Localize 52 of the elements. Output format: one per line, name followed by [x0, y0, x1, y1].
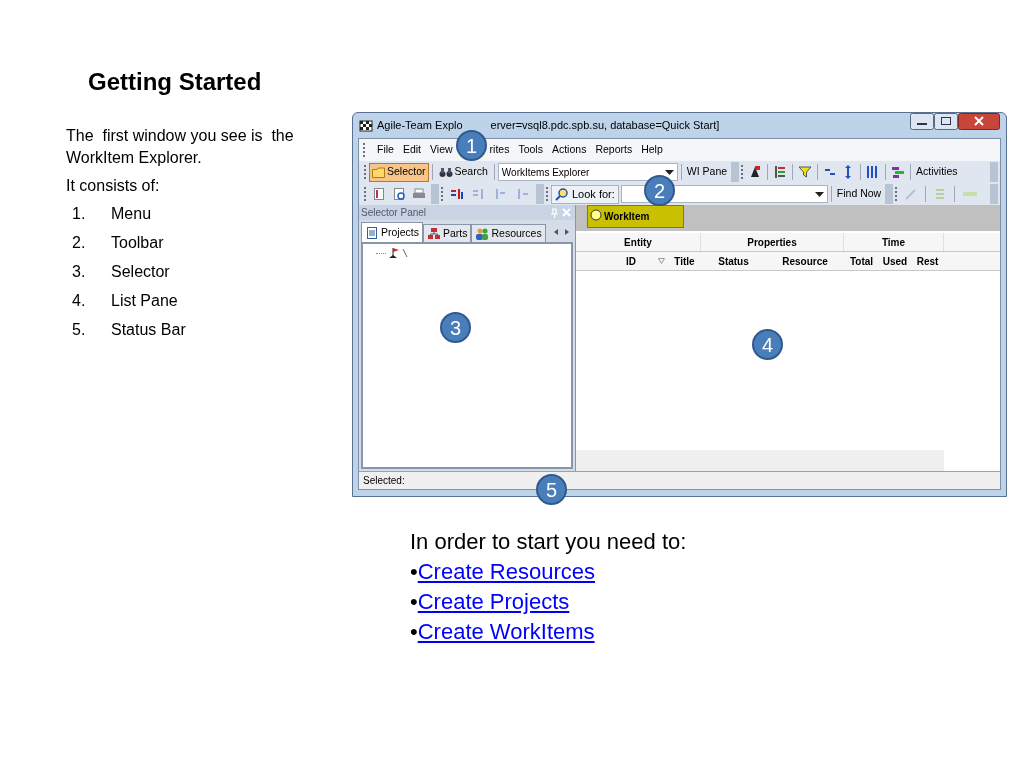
column-header[interactable]: Status: [701, 252, 766, 270]
column-header[interactable]: Total: [844, 252, 879, 270]
intro-text: It consists of:: [66, 176, 161, 196]
menu-item[interactable]: View: [430, 142, 453, 158]
slide-title: Getting Started: [88, 67, 262, 97]
list-item-text: Selector: [111, 262, 170, 282]
column-header[interactable]: Resource: [766, 252, 844, 270]
list-number: 5.: [71, 320, 87, 340]
find-now-button[interactable]: Find Now: [834, 184, 884, 204]
list-number: 1.: [71, 204, 87, 224]
menu-item[interactable]: rites: [489, 142, 510, 158]
create-link[interactable]: Create WorkItems: [417, 617, 595, 647]
panel-tab[interactable]: Projects: [361, 222, 423, 242]
create-link[interactable]: Create Resources: [417, 557, 595, 587]
panel-tab[interactable]: Parts: [422, 224, 472, 242]
bullet-text: •: [410, 588, 418, 616]
activities-button[interactable]: Activities: [914, 162, 960, 182]
column-group-header: Properties: [701, 233, 844, 251]
intro-text: The first window you see is the WorkItem Explorer.: [66, 126, 295, 168]
column-header[interactable]: Title: [668, 252, 701, 270]
view-dropdown[interactable]: WorkItems Explorer: [497, 163, 678, 181]
menu-item[interactable]: Tools: [518, 142, 543, 158]
column-header[interactable]: Rest: [911, 252, 944, 270]
bullet-text: •: [410, 618, 418, 646]
column-group-header: Time: [844, 233, 944, 251]
menu-item[interactable]: Help: [641, 142, 663, 158]
instruction-text: In order to start you need to:: [410, 528, 687, 556]
list-item-text: Status Bar: [111, 320, 186, 340]
toolbar-button[interactable]: Selector: [369, 162, 429, 182]
menu-item[interactable]: Edit: [402, 142, 421, 158]
list-item-text: Menu: [111, 204, 152, 224]
bullet-text: •: [410, 558, 418, 586]
toolbar-button[interactable]: Search: [435, 162, 491, 182]
column-header[interactable]: ID: [594, 252, 668, 270]
list-tab[interactable]: WorkItem: [587, 205, 684, 228]
status-text: Selected:: [363, 474, 405, 488]
menu-item[interactable]: Actions: [551, 142, 587, 158]
list-number: 3.: [71, 262, 87, 282]
panel-title: Selector Panel: [361, 206, 428, 220]
column-header[interactable]: Used: [879, 252, 911, 270]
list-item-text: List Pane: [111, 291, 178, 311]
window-title: erver=vsql8.pdc.spb.su, database=Quick Start]: [490, 118, 720, 134]
menu-item[interactable]: Reports: [595, 142, 633, 158]
list-item-text: Toolbar: [111, 233, 164, 253]
column-group-header: Entity: [576, 233, 701, 251]
list-number: 4.: [71, 291, 87, 311]
list-number: 2.: [71, 233, 87, 253]
panel-tab[interactable]: Resources: [471, 224, 546, 242]
wi-pane-button[interactable]: WI Pane: [684, 162, 730, 182]
create-link[interactable]: Create Projects: [417, 587, 570, 617]
look-for-button[interactable]: Look for:: [551, 184, 619, 204]
menu-item[interactable]: File: [377, 142, 394, 158]
